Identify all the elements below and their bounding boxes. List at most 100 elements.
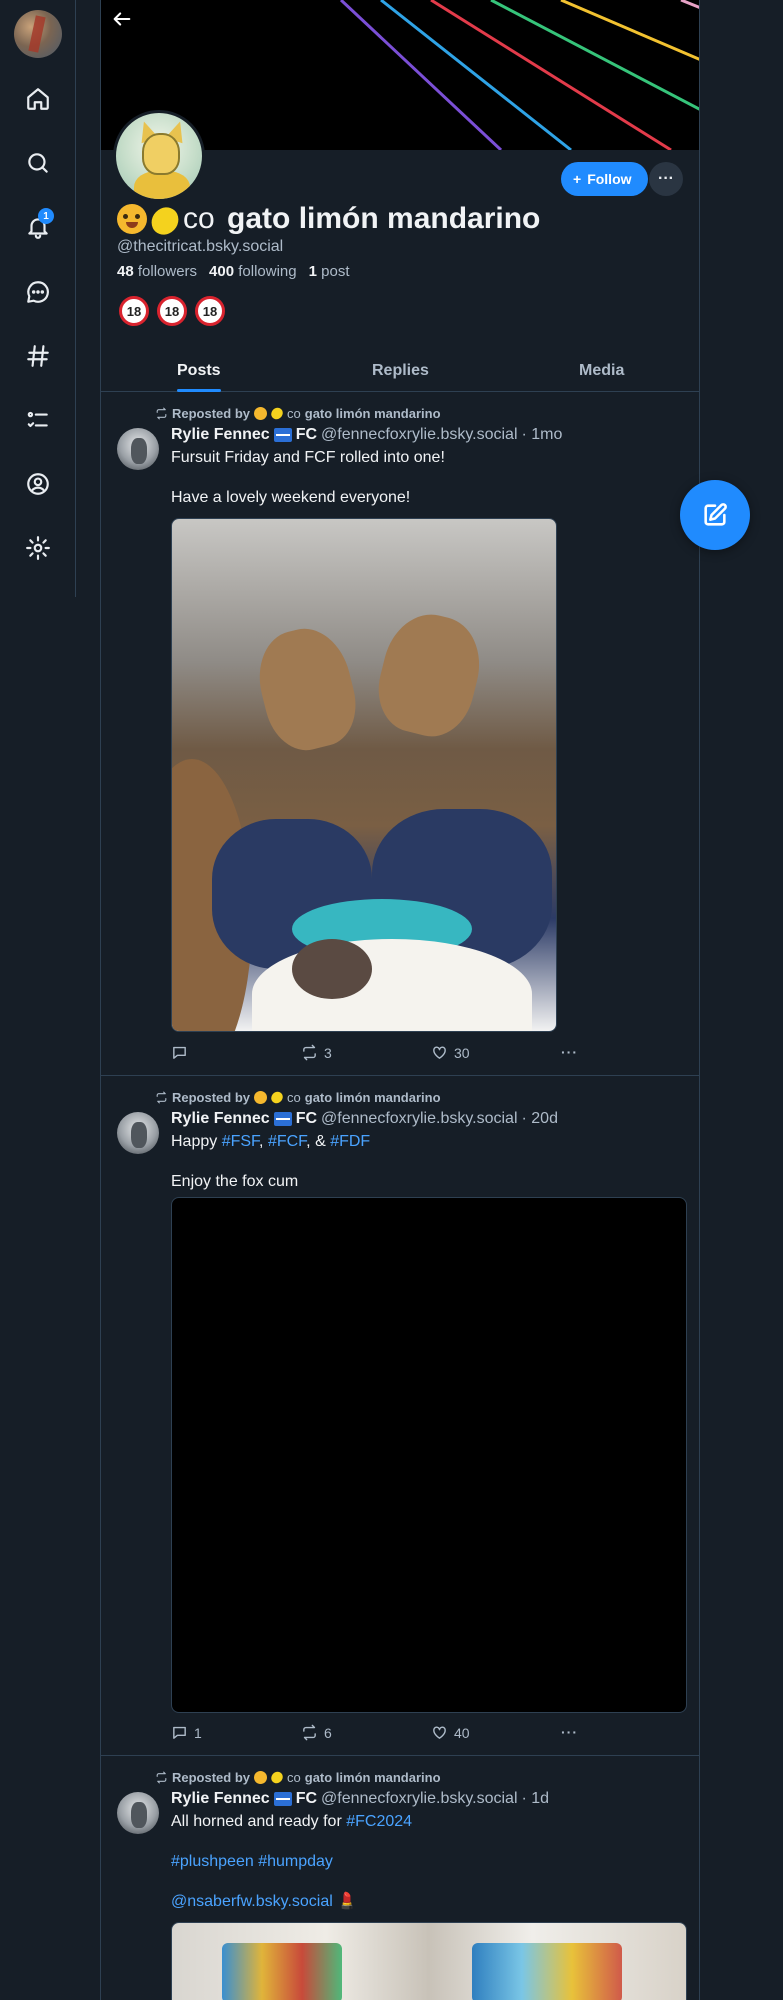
current-user-avatar[interactable]	[14, 10, 62, 58]
repost-icon	[303, 1044, 316, 1061]
reply-button[interactable]: 1	[171, 1724, 202, 1741]
repost-button[interactable]: 3	[301, 1044, 332, 1061]
repost-icon	[156, 1771, 167, 1784]
hashtag-link[interactable]: #humpday	[258, 1853, 333, 1870]
post-more-button[interactable]: ···	[561, 1724, 578, 1740]
tab-media[interactable]: Media	[579, 350, 624, 392]
repost-indicator[interactable]: Reposted by co gato limón mandarino	[155, 1769, 441, 1786]
adult-label-badge[interactable]: 18	[157, 296, 187, 326]
lemon-emoji-icon	[269, 405, 285, 422]
lemon-emoji-icon	[269, 1089, 285, 1106]
author-avatar[interactable]	[117, 428, 159, 470]
left-nav: 1	[0, 0, 76, 597]
repost-indicator[interactable]: Reposted by co gato limón mandarino	[155, 1089, 441, 1106]
flag-emoji-icon	[273, 1792, 292, 1806]
like-button[interactable]: 30	[431, 1044, 470, 1061]
following-link[interactable]: 400 following	[209, 263, 297, 280]
hashtag-icon[interactable]	[18, 336, 58, 376]
ellipsis-icon: ···	[561, 1044, 578, 1060]
hashtag-link[interactable]: #FDF	[330, 1133, 370, 1150]
post-header: Rylie Fennec FC @fennecfoxrylie.bsky.soc…	[171, 1790, 550, 1808]
flag-emoji-icon	[273, 428, 292, 442]
chat-icon[interactable]	[18, 272, 58, 312]
author-handle[interactable]: @fennecfoxrylie.bsky.social	[321, 426, 517, 444]
reply-icon	[173, 1046, 186, 1059]
flag-emoji-icon	[273, 1112, 292, 1126]
adult-label-badge[interactable]: 18	[119, 296, 149, 326]
display-name: co gato limón mandarino	[117, 202, 540, 239]
content-labels: 18 18 18	[119, 296, 225, 326]
post-text: Fursuit Friday and FCF rolled into one!	[171, 449, 445, 466]
home-icon[interactable]	[18, 79, 58, 119]
profile-feed: + Follow ··· co gato limón mandarino @th…	[100, 0, 700, 2000]
plus-icon: +	[573, 171, 582, 187]
reply-icon	[173, 1726, 186, 1739]
repost-icon	[156, 407, 167, 420]
repost-icon	[303, 1724, 316, 1741]
feed-post[interactable]: Reposted by co gato limón mandarino Ryli…	[101, 1076, 699, 1756]
author-handle[interactable]: @fennecfoxrylie.bsky.social	[321, 1790, 517, 1808]
post-timestamp[interactable]: · 1d	[522, 1790, 550, 1808]
list-icon[interactable]	[18, 400, 58, 440]
tab-posts[interactable]: Posts	[177, 350, 221, 392]
post-video[interactable]	[171, 1197, 687, 1713]
repost-indicator[interactable]: Reposted by co gato limón mandarino	[155, 405, 441, 422]
follow-label: Follow	[587, 171, 632, 187]
ellipsis-icon: ···	[658, 170, 674, 187]
bell-icon[interactable]: 1	[18, 207, 58, 247]
post-timestamp[interactable]: · 20d	[522, 1110, 558, 1128]
post-text: Enjoy the fox cum	[171, 1173, 299, 1190]
cat-emoji-icon	[254, 407, 268, 420]
post-actions: 3 30 ···	[171, 1044, 577, 1066]
reply-button[interactable]	[171, 1044, 194, 1061]
post-text: @nsaberfw.bsky.social 💄	[171, 1892, 357, 1912]
post-timestamp[interactable]: · 1mo	[522, 426, 563, 444]
tab-replies[interactable]: Replies	[372, 350, 429, 392]
post-text: Have a lovely weekend everyone!	[171, 489, 411, 506]
post-text: All horned and ready for #FC2024	[171, 1813, 413, 1830]
settings-icon[interactable]	[18, 528, 58, 568]
author-avatar[interactable]	[117, 1792, 159, 1834]
author-avatar[interactable]	[117, 1112, 159, 1154]
feed-post[interactable]: Reposted by co gato limón mandarino Ryli…	[101, 1756, 699, 2000]
arrow-left-icon	[113, 12, 131, 26]
post-image[interactable]	[171, 1922, 687, 2000]
adult-label-badge[interactable]: 18	[195, 296, 225, 326]
feed-post[interactable]: Reposted by co gato limón mandarino Ryli…	[101, 392, 699, 1076]
like-button[interactable]: 40	[431, 1724, 470, 1741]
back-button[interactable]	[111, 8, 145, 42]
post-more-button[interactable]: ···	[561, 1044, 578, 1060]
profile-stats: 48 followers 400 following 1 post	[117, 263, 350, 280]
compose-icon	[704, 503, 727, 526]
follow-button[interactable]: + Follow	[561, 162, 648, 196]
profile-tabs: Posts Replies Media	[101, 350, 699, 392]
author-name[interactable]: Rylie Fennec	[171, 1790, 270, 1808]
heart-icon	[433, 1046, 446, 1059]
post-image[interactable]	[171, 518, 557, 1032]
author-name[interactable]: Rylie Fennec	[171, 1110, 270, 1128]
compose-post-button[interactable]	[680, 480, 750, 550]
hashtag-link[interactable]: #FCF	[268, 1133, 306, 1150]
heart-icon	[433, 1726, 446, 1739]
hashtag-link[interactable]: #plushpeen	[171, 1853, 254, 1870]
post-header: Rylie Fennec FC @fennecfoxrylie.bsky.soc…	[171, 1110, 558, 1128]
followers-link[interactable]: 48 followers	[117, 263, 197, 280]
mention-link[interactable]: @nsaberfw.bsky.social	[171, 1893, 333, 1910]
ellipsis-icon: ···	[561, 1724, 578, 1740]
hashtag-link[interactable]: #FC2024	[346, 1813, 412, 1830]
profile-avatar[interactable]	[113, 110, 205, 202]
lipstick-emoji-icon: 💄	[337, 1893, 358, 1910]
repost-icon	[156, 1091, 167, 1104]
repost-button[interactable]: 6	[301, 1724, 332, 1741]
author-handle[interactable]: @fennecfoxrylie.bsky.social	[321, 1110, 517, 1128]
cat-emoji-icon	[254, 1091, 268, 1104]
more-options-button[interactable]: ···	[649, 162, 683, 196]
post-header: Rylie Fennec FC @fennecfoxrylie.bsky.soc…	[171, 426, 563, 444]
hashtag-link[interactable]: #FSF	[222, 1133, 259, 1150]
post-text: #plushpeen #humpday	[171, 1852, 333, 1872]
notification-badge: 1	[38, 208, 54, 224]
author-name[interactable]: Rylie Fennec	[171, 426, 270, 444]
profile-icon[interactable]	[18, 464, 58, 504]
search-icon[interactable]	[18, 143, 58, 183]
profile-handle: @thecitricat.bsky.social	[117, 238, 284, 255]
